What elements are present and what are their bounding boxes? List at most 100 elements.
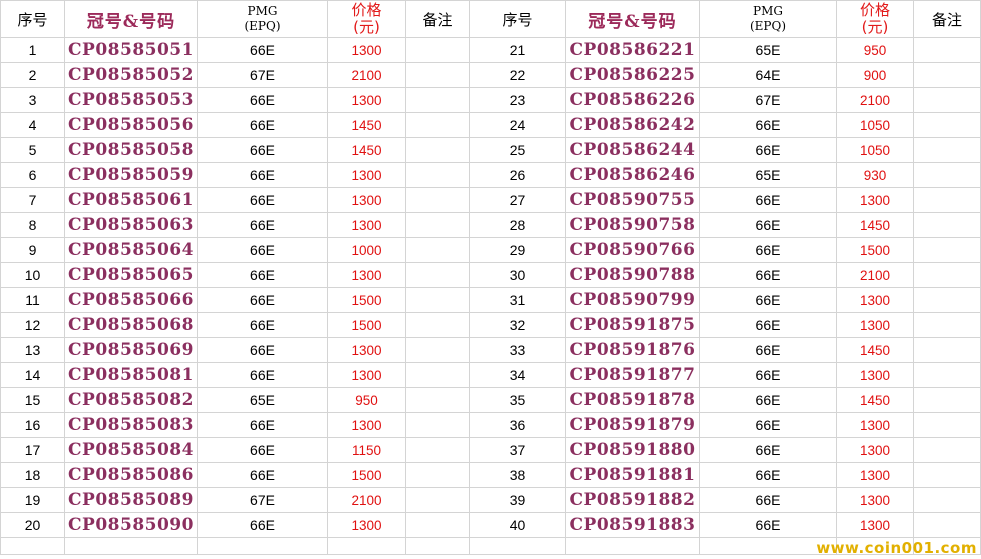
serial-cell: CP08586246 xyxy=(565,162,700,188)
serial-cell: CP08585059 xyxy=(64,162,198,188)
serial-cell: CP08585052 xyxy=(64,62,198,88)
empty-cell xyxy=(197,537,328,555)
note-cell xyxy=(913,412,981,438)
price-cell: 2100 xyxy=(836,87,914,113)
header-note: 备注 xyxy=(405,0,470,38)
serial-cell: CP08590788 xyxy=(565,262,700,288)
note-cell xyxy=(913,512,981,538)
seq-cell: 2 xyxy=(0,62,65,88)
table-row: 20 CP08585090 66E 1300 40 CP08591883 66E 1300 xyxy=(0,512,981,538)
serial-cell: CP08591882 xyxy=(565,487,700,513)
header-serial: 冠号&号码 xyxy=(64,0,198,38)
note-cell xyxy=(405,312,470,338)
grade-cell: 66E xyxy=(699,437,837,463)
header-grade-line1: PMG xyxy=(753,4,783,18)
seq-cell: 35 xyxy=(469,387,566,413)
empty-cell xyxy=(0,537,65,555)
table-row: 5 CP08585058 66E 1450 25 CP08586244 66E 1050 xyxy=(0,137,981,163)
seq-cell: 18 xyxy=(0,462,65,488)
serial-cell: CP08585086 xyxy=(64,462,198,488)
note-cell xyxy=(913,487,981,513)
price-cell: 2100 xyxy=(836,262,914,288)
note-cell xyxy=(913,387,981,413)
grade-cell: 66E xyxy=(197,137,328,163)
price-cell: 1300 xyxy=(327,212,406,238)
grade-cell: 65E xyxy=(699,37,837,63)
price-cell: 1150 xyxy=(327,437,406,463)
serial-cell: CP08590758 xyxy=(565,212,700,238)
note-cell xyxy=(913,262,981,288)
serial-cell: CP08586242 xyxy=(565,112,700,138)
seq-cell: 9 xyxy=(0,237,65,263)
price-cell: 1000 xyxy=(327,237,406,263)
grade-cell: 66E xyxy=(197,312,328,338)
price-cell: 1300 xyxy=(327,187,406,213)
price-cell: 1300 xyxy=(836,362,914,388)
grade-cell: 66E xyxy=(197,37,328,63)
seq-cell: 40 xyxy=(469,512,566,538)
table-row: 6 CP08585059 66E 1300 26 CP08586246 65E 930 xyxy=(0,162,981,188)
note-cell xyxy=(405,412,470,438)
table-row: 4 CP08585056 66E 1450 24 CP08586242 66E 1050 xyxy=(0,112,981,138)
grade-cell: 66E xyxy=(699,187,837,213)
price-cell: 1300 xyxy=(327,87,406,113)
serial-cell: CP08585056 xyxy=(64,112,198,138)
price-cell: 1450 xyxy=(836,212,914,238)
note-cell xyxy=(405,387,470,413)
empty-cell xyxy=(327,537,406,555)
price-cell: 1300 xyxy=(836,412,914,438)
price-cell: 1300 xyxy=(836,312,914,338)
seq-cell: 34 xyxy=(469,362,566,388)
note-cell xyxy=(913,62,981,88)
seq-cell: 8 xyxy=(0,212,65,238)
serial-cell: CP08585051 xyxy=(64,37,198,63)
price-cell: 1050 xyxy=(836,137,914,163)
grade-cell: 66E xyxy=(699,312,837,338)
note-cell xyxy=(405,87,470,113)
grade-cell: 66E xyxy=(699,262,837,288)
note-cell xyxy=(405,437,470,463)
price-cell: 1300 xyxy=(836,512,914,538)
price-cell: 1300 xyxy=(327,37,406,63)
table-row: 17 CP08585084 66E 1150 37 CP08591880 66E 1300 xyxy=(0,437,981,463)
note-cell xyxy=(405,137,470,163)
table-row: 15 CP08585082 65E 950 35 CP08591878 66E 1450 xyxy=(0,387,981,413)
banknote-price-table: 序号 冠号&号码 PMG (EPQ) 价格 (元) 备注 序号 冠号&号码 PM… xyxy=(0,0,981,555)
grade-cell: 66E xyxy=(699,112,837,138)
grade-cell: 66E xyxy=(197,187,328,213)
table-row: 18 CP08585086 66E 1500 38 CP08591881 66E 1300 xyxy=(0,462,981,488)
grade-cell: 66E xyxy=(197,462,328,488)
table-row: 12 CP08585068 66E 1500 32 CP08591875 66E 1300 xyxy=(0,312,981,338)
empty-cell xyxy=(405,537,470,555)
note-cell xyxy=(913,37,981,63)
note-cell xyxy=(405,62,470,88)
serial-cell: CP08585082 xyxy=(64,387,198,413)
grade-cell: 66E xyxy=(699,212,837,238)
serial-cell: CP08585064 xyxy=(64,237,198,263)
seq-cell: 39 xyxy=(469,487,566,513)
price-cell: 1300 xyxy=(327,162,406,188)
serial-cell: CP08591880 xyxy=(565,437,700,463)
serial-cell: CP08585089 xyxy=(64,487,198,513)
note-cell xyxy=(405,487,470,513)
header-grade: PMG (EPQ) xyxy=(699,0,837,38)
grade-cell: 65E xyxy=(699,162,837,188)
serial-cell: CP08585083 xyxy=(64,412,198,438)
serial-cell: CP08591877 xyxy=(565,362,700,388)
price-cell: 1300 xyxy=(327,362,406,388)
note-cell xyxy=(405,287,470,313)
grade-cell: 67E xyxy=(699,87,837,113)
header-grade-line2: (EPQ) xyxy=(749,19,787,33)
seq-cell: 1 xyxy=(0,37,65,63)
grade-cell: 66E xyxy=(197,412,328,438)
serial-cell: CP08591883 xyxy=(565,512,700,538)
header-price: 价格 (元) xyxy=(836,0,914,38)
table-row: 13 CP08585069 66E 1300 33 CP08591876 66E 1450 xyxy=(0,337,981,363)
serial-cell: CP08586244 xyxy=(565,137,700,163)
price-cell: 1450 xyxy=(327,137,406,163)
grade-cell: 66E xyxy=(197,512,328,538)
grade-cell: 66E xyxy=(197,262,328,288)
empty-cell xyxy=(469,537,566,555)
header-row: 序号 冠号&号码 PMG (EPQ) 价格 (元) 备注 序号 冠号&号码 PM… xyxy=(0,0,981,38)
table-row: 9 CP08585064 66E 1000 29 CP08590766 66E 1500 xyxy=(0,237,981,263)
